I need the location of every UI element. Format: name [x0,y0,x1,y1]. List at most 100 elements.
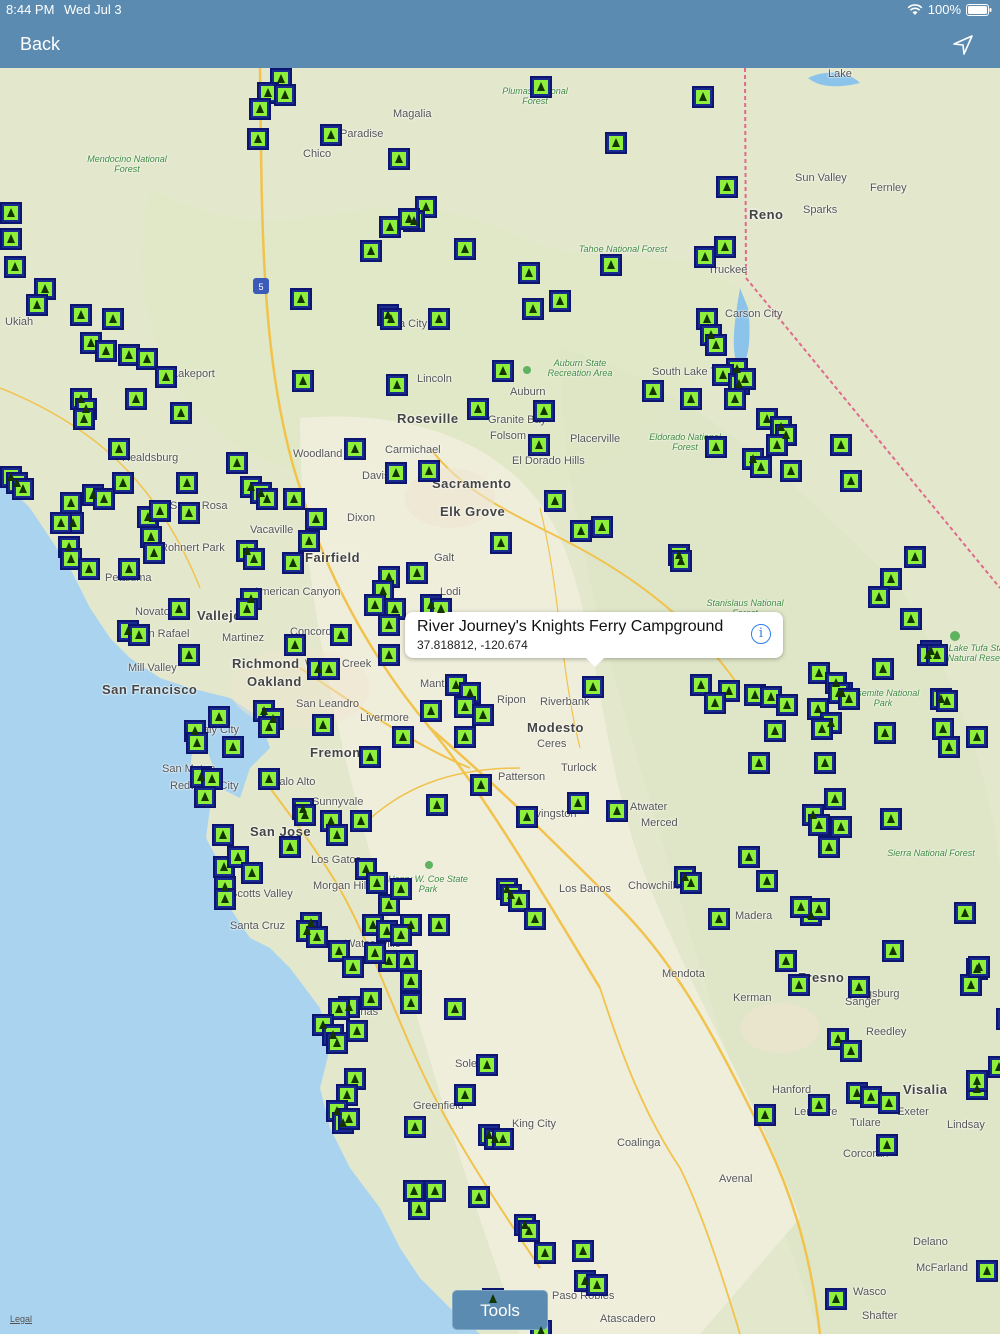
campground-tent-icon[interactable] [186,732,208,754]
campground-tent-icon[interactable] [283,488,305,510]
campground-tent-icon[interactable] [444,998,466,1020]
campground-tent-icon[interactable] [848,976,870,998]
campground-tent-icon[interactable] [386,374,408,396]
campground-tent-icon[interactable] [868,586,890,608]
campground-tent-icon[interactable] [544,490,566,512]
campground-tent-icon[interactable] [976,1260,998,1282]
campground-tent-icon[interactable] [808,1094,830,1116]
campground-tent-icon[interactable] [586,1274,608,1296]
campground-tent-icon[interactable] [366,872,388,894]
campground-tent-icon[interactable] [388,148,410,170]
campground-tent-icon[interactable] [882,940,904,962]
campground-tent-icon[interactable] [642,380,664,402]
campground-tent-icon[interactable] [350,810,372,832]
campground-tent-icon[interactable] [692,86,714,108]
campground-tent-icon[interactable] [467,398,489,420]
campground-tent-icon[interactable] [470,774,492,796]
campground-tent-icon[interactable] [330,624,352,646]
campground-tent-icon[interactable] [900,608,922,630]
campground-tent-icon[interactable] [258,768,280,790]
campground-tent-icon[interactable] [208,706,230,728]
campground-tent-icon[interactable] [378,644,400,666]
campground-tent-icon[interactable] [880,808,902,830]
campground-tent-icon[interactable] [214,888,236,910]
map-view[interactable]: 5 LakePlumas National ForestMagaliaParad… [0,68,1000,1334]
campground-tent-icon[interactable] [534,1242,556,1264]
campground-tent-icon[interactable] [872,658,894,680]
campground-tent-icon[interactable] [404,1116,426,1138]
campground-tent-icon[interactable] [708,908,730,930]
campground-tent-icon[interactable] [824,788,846,810]
campground-tent-icon[interactable] [385,462,407,484]
campground-tent-icon[interactable] [600,254,622,276]
campground-tent-icon[interactable] [968,956,990,978]
campground-tent-icon[interactable] [567,792,589,814]
campground-tent-icon[interactable] [874,722,896,744]
campground-tent-icon[interactable] [549,290,571,312]
campground-tent-icon[interactable] [530,76,552,98]
location-arrow-icon[interactable] [952,34,974,56]
campground-tent-icon[interactable] [222,736,244,758]
campground-tent-icon[interactable] [966,726,988,748]
campground-tent-icon[interactable] [680,388,702,410]
campground-tent-icon[interactable] [396,950,418,972]
campground-tent-icon[interactable] [476,1054,498,1076]
campground-tent-icon[interactable] [400,992,422,1014]
tools-button[interactable]: Tools [452,1290,548,1330]
campground-tent-icon[interactable] [378,614,400,636]
campground-tent-icon[interactable] [390,878,412,900]
campground-tent-icon[interactable] [360,240,382,262]
campground-tent-icon[interactable] [840,470,862,492]
campground-tent-icon[interactable] [118,558,140,580]
campground-tent-icon[interactable] [764,720,786,742]
campground-tent-icon[interactable] [342,956,364,978]
campground-tent-icon[interactable] [170,402,192,424]
campground-tent-icon[interactable] [226,452,248,474]
campground-tent-icon[interactable] [818,836,840,858]
campground-tent-icon[interactable] [418,460,440,482]
campground-tent-icon[interactable] [290,288,312,310]
campground-tent-icon[interactable] [125,388,147,410]
campground-tent-icon[interactable] [26,294,48,316]
campground-tent-icon[interactable] [178,644,200,666]
campground-tent-icon[interactable] [830,816,852,838]
campground-tent-icon[interactable] [518,262,540,284]
campground-tent-icon[interactable] [364,594,386,616]
campground-tent-icon[interactable] [776,694,798,716]
campground-tent-icon[interactable] [312,714,334,736]
campground-tent-icon[interactable] [241,862,263,884]
campground-tent-icon[interactable] [143,542,165,564]
campground-tent-icon[interactable] [406,562,428,584]
campground-tent-icon[interactable] [95,340,117,362]
campground-tent-icon[interactable] [428,914,450,936]
campground-tent-icon[interactable] [524,908,546,930]
campground-tent-icon[interactable] [282,552,304,574]
campground-tent-icon[interactable] [168,598,190,620]
campground-tent-icon[interactable] [364,942,386,964]
campground-tent-icon[interactable] [424,1180,446,1202]
campground-tent-icon[interactable] [0,202,22,224]
campground-tent-icon[interactable] [155,366,177,388]
campground-tent-icon[interactable] [298,530,320,552]
campground-tent-icon[interactable] [780,460,802,482]
campground-tent-icon[interactable] [454,1084,476,1106]
campground-tent-icon[interactable] [714,236,736,258]
campground-tent-icon[interactable] [420,700,442,722]
campground-tent-icon[interactable] [825,1288,847,1310]
campground-tent-icon[interactable] [359,746,381,768]
campground-tent-icon[interactable] [400,970,422,992]
back-button[interactable]: Back [20,34,60,55]
campground-tent-icon[interactable] [176,472,198,494]
campground-tent-icon[interactable] [247,128,269,150]
campground-tent-icon[interactable] [704,692,726,714]
campground-tent-icon[interactable] [996,1008,1000,1030]
campground-tent-icon[interactable] [775,950,797,972]
campground-tent-icon[interactable] [428,308,450,330]
campground-tent-icon[interactable] [426,794,448,816]
campground-tent-icon[interactable] [716,176,738,198]
campground-tent-icon[interactable] [178,502,200,524]
campground-tent-icon[interactable] [108,438,130,460]
campground-tent-icon[interactable] [878,1092,900,1114]
campground-tent-icon[interactable] [70,304,92,326]
campground-tent-icon[interactable] [212,824,234,846]
